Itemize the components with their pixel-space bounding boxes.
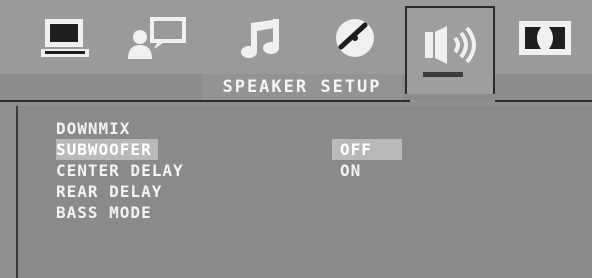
menu-item-rear-delay[interactable]: REAR DELAY <box>56 181 184 202</box>
person-speech-icon <box>128 17 186 59</box>
divider <box>495 100 592 102</box>
tab-audio-setup[interactable] <box>228 14 298 62</box>
option-off[interactable]: OFF <box>332 139 402 160</box>
tab-speaker-setup[interactable] <box>405 6 495 94</box>
tab-video-setup[interactable] <box>320 14 390 62</box>
osd-screen: SPEAKER SETUP DOWNMIX SUBWOOFER CENTER D… <box>0 0 592 278</box>
menu-item-subwoofer[interactable]: SUBWOOFER <box>56 139 158 160</box>
subwoofer-options: OFF ON <box>332 139 402 181</box>
monitor-icon <box>41 19 89 57</box>
active-tab-indicator <box>423 72 463 77</box>
music-note-icon <box>241 19 279 58</box>
option-on[interactable]: ON <box>332 160 402 181</box>
tab-language-setup[interactable] <box>122 14 192 62</box>
menu-item-bass-mode[interactable]: BASS MODE <box>56 202 184 223</box>
page-title: SPEAKER SETUP <box>222 77 382 97</box>
menu-item-center-delay[interactable]: CENTER DELAY <box>56 160 184 181</box>
speaker-settings-menu: DOWNMIX SUBWOOFER CENTER DELAY REAR DELA… <box>56 118 184 223</box>
tab-general-setup[interactable] <box>30 14 100 62</box>
tab-dolby-setup[interactable] <box>505 14 585 62</box>
menu-item-downmix[interactable]: DOWNMIX <box>56 118 184 139</box>
dolby-icon <box>519 21 571 55</box>
speaker-icon <box>425 26 476 64</box>
disc-icon <box>336 19 374 57</box>
page-title-box: SPEAKER SETUP <box>202 74 402 102</box>
